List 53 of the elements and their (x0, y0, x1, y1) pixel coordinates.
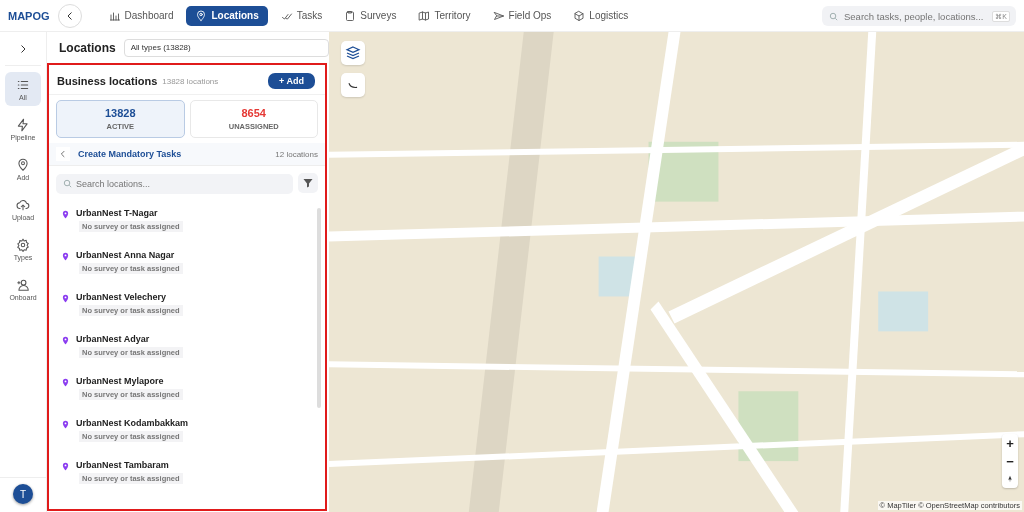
location-name[interactable]: UrbanNest T-Nagar (76, 208, 158, 218)
pin-icon (61, 377, 70, 388)
back-button[interactable] (56, 147, 70, 161)
settings-icon (16, 237, 30, 252)
nav-tab[interactable]: Dashboard (99, 5, 183, 26)
clipboard-icon (344, 9, 357, 22)
chart-icon (108, 9, 121, 22)
nav-tab[interactable]: Field Ops (483, 5, 561, 26)
location-name[interactable]: UrbanNest Anna Nagar (76, 250, 175, 260)
search-icon (62, 178, 73, 189)
location-count: 13828 locations (162, 76, 219, 86)
filter-button[interactable] (298, 173, 318, 193)
group-count: 12 locations (275, 149, 318, 159)
upload-icon (16, 197, 30, 212)
location-name[interactable]: UrbanNest Adyar (76, 334, 150, 344)
funnel-icon (302, 177, 314, 189)
pin-icon (16, 157, 30, 172)
draw-button[interactable] (341, 73, 365, 97)
chevron-left-icon (58, 149, 68, 159)
cube-icon (573, 9, 586, 22)
add-button[interactable]: + Add (268, 73, 315, 89)
logo: MAPOG (8, 8, 50, 23)
search-icon (828, 10, 839, 22)
location-name[interactable]: UrbanNest Velechery (76, 292, 167, 302)
pin-icon (61, 461, 70, 472)
layers-icon (345, 45, 361, 61)
nav-tab[interactable]: Territory (409, 5, 480, 26)
group-title: Create Mandatory Tasks (78, 149, 182, 159)
location-name[interactable]: UrbanNest Tambaram (76, 460, 169, 470)
section-title: Locations (59, 40, 116, 55)
pin-icon (61, 335, 70, 346)
pin-icon (195, 9, 208, 22)
send-icon (492, 9, 505, 22)
type-filter[interactable]: All types (13828) (123, 38, 329, 57)
pin-icon (61, 251, 70, 262)
pin-icon (61, 209, 70, 220)
layers-button[interactable] (341, 41, 365, 65)
search-field[interactable]: Search locations... (56, 174, 293, 194)
bolt-icon (16, 117, 30, 132)
zoom-in-button[interactable]: + (1002, 434, 1018, 452)
nav-tab[interactable]: Logistics (564, 5, 638, 26)
panel-title: Business locations (57, 75, 158, 87)
nav-tab[interactable]: Tasks (271, 5, 332, 26)
zoom-out-button[interactable]: − (1002, 452, 1018, 470)
pin-icon (61, 419, 70, 430)
nav-tab[interactable]: Surveys (335, 5, 406, 26)
pin-icon (61, 293, 70, 304)
nav-tab[interactable]: Locations (186, 5, 268, 26)
map-icon (418, 9, 431, 22)
user-add-icon (16, 277, 30, 292)
avatar[interactable]: T (13, 484, 33, 504)
location-name[interactable]: UrbanNest Mylapore (76, 376, 164, 386)
location-name[interactable]: UrbanNest Kodambakkam (76, 418, 189, 428)
